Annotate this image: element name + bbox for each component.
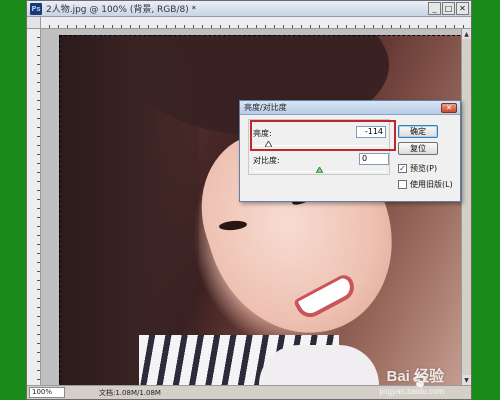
horizontal-ruler[interactable]: [41, 17, 471, 29]
close-button[interactable]: ✕: [456, 2, 469, 15]
preview-label: 预览(P): [410, 164, 438, 173]
reset-button[interactable]: 复位: [398, 142, 438, 155]
portrait-photo: [59, 35, 461, 385]
photo-hair-left: [59, 35, 199, 385]
document-size-info[interactable]: 文档:1.08M/1.08M: [99, 388, 161, 398]
maximize-button[interactable]: □: [442, 2, 455, 15]
brightness-slider-thumb-icon[interactable]: [265, 141, 272, 147]
photo-collar: [259, 345, 379, 385]
brightness-slider-track[interactable]: [254, 145, 386, 146]
vertical-ruler[interactable]: [27, 29, 41, 385]
document-title-bar[interactable]: Ps 2人物.jpg @ 100% (背景, RGB/8) * _ □ ✕: [27, 1, 471, 17]
preview-checkbox-row[interactable]: ✓ 预览(P): [398, 163, 437, 174]
ok-button[interactable]: 确定: [398, 125, 438, 138]
dialog-title: 亮度/对比度: [244, 103, 287, 112]
dialog-title-bar[interactable]: 亮度/对比度 ✕: [240, 101, 460, 115]
brightness-input[interactable]: -114: [356, 126, 386, 138]
ruler-corner[interactable]: [27, 17, 41, 29]
scroll-down-icon[interactable]: ▼: [462, 375, 471, 385]
document-title: 2人物.jpg @ 100% (背景, RGB/8) *: [46, 5, 197, 15]
legacy-label: 使用旧版(L): [410, 180, 453, 189]
minimize-button[interactable]: _: [428, 2, 441, 15]
dialog-close-button[interactable]: ✕: [441, 103, 457, 113]
preview-checkbox[interactable]: ✓: [398, 164, 407, 173]
contrast-slider-thumb-icon[interactable]: [316, 167, 323, 173]
vertical-scrollbar[interactable]: ▲ ▼: [461, 29, 471, 385]
window-buttons: _ □ ✕: [428, 2, 469, 15]
brightness-contrast-dialog: 亮度/对比度 ✕ 亮度: -114 对比度: 0 确定 复位 ✓ 预览(P) 使…: [239, 100, 461, 202]
photoshop-icon: Ps: [30, 2, 42, 15]
contrast-label: 对比度:: [253, 156, 280, 165]
baidu-watermark-url: jingyan.baidu.com: [379, 387, 444, 396]
canvas-area[interactable]: [41, 29, 461, 385]
legacy-checkbox-row[interactable]: 使用旧版(L): [398, 179, 453, 190]
contrast-input[interactable]: 0: [359, 153, 389, 165]
baidu-watermark: Bai 经验: [386, 368, 444, 385]
zoom-field[interactable]: 100%: [29, 387, 65, 398]
brightness-label: 亮度:: [253, 129, 272, 138]
legacy-checkbox[interactable]: [398, 180, 407, 189]
scroll-up-icon[interactable]: ▲: [462, 29, 471, 39]
